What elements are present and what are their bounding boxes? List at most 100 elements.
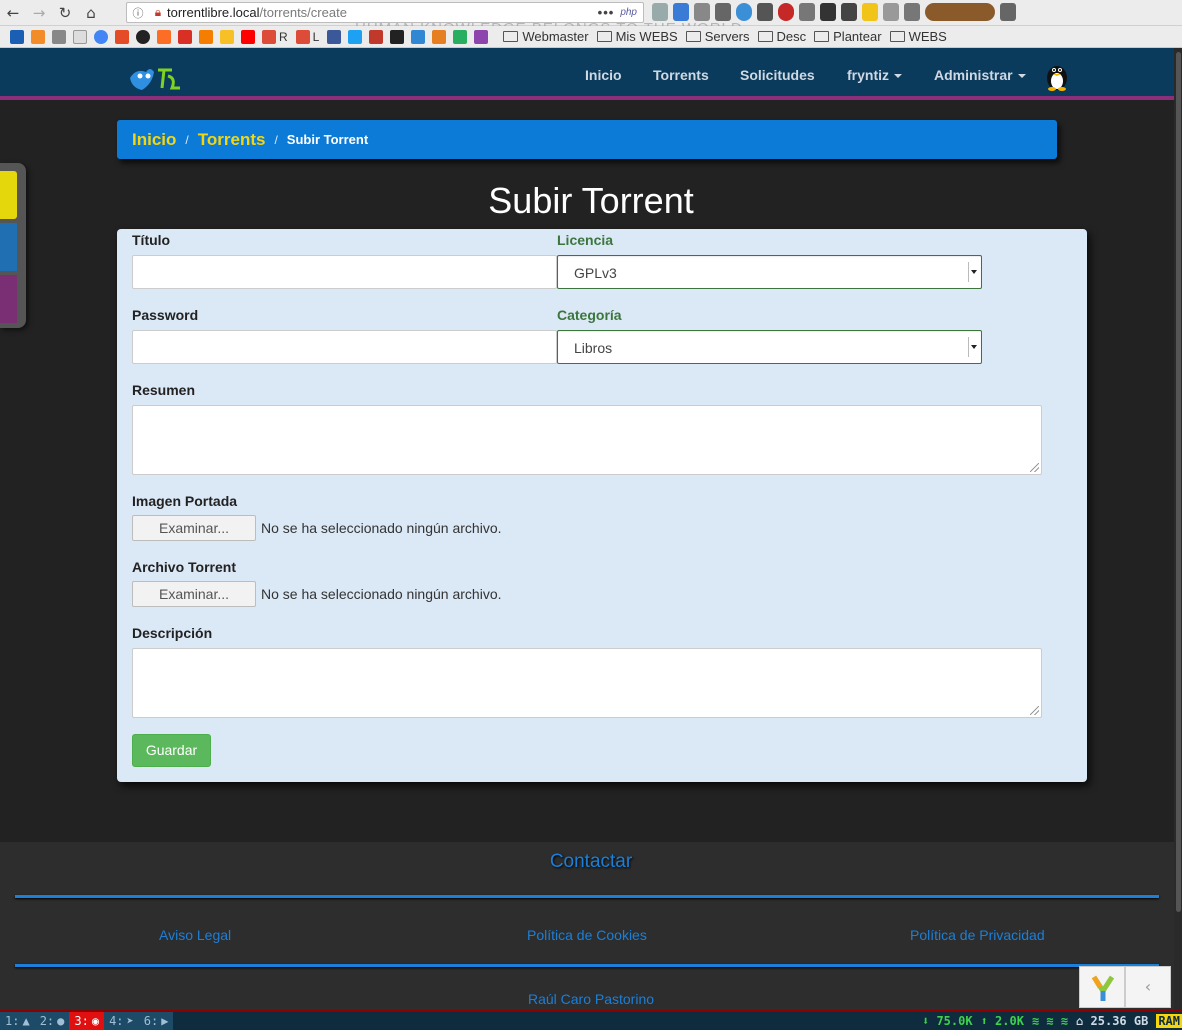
nav-admin-label: Administrar: [934, 67, 1013, 83]
imagen-file-status: No se ha seleccionado ningún archivo.: [261, 520, 502, 536]
bookmark-gplus-icon[interactable]: [262, 29, 276, 44]
archivo-browse-button[interactable]: Examinar...: [132, 581, 256, 607]
ram-indicator: RAM: [1156, 1014, 1182, 1028]
workspace-6[interactable]: 6: ▶: [138, 1012, 174, 1030]
footer-aviso-legal-link[interactable]: Aviso Legal: [159, 927, 231, 943]
bookmark-b-icon[interactable]: [115, 29, 129, 44]
bookmark-folder[interactable]: Plantear: [814, 29, 882, 44]
gnome-icon[interactable]: [820, 3, 836, 21]
footer-cookies-link[interactable]: Política de Cookies: [527, 927, 647, 943]
resumen-textarea[interactable]: [132, 405, 1042, 475]
workspace-3[interactable]: 3: ◉: [69, 1012, 105, 1030]
page-info-icon[interactable]: ⓘ: [127, 5, 149, 21]
debug-collapse-chevron-icon[interactable]: ‹: [1125, 966, 1171, 1008]
nav-user-dropdown[interactable]: fryntiz: [847, 67, 902, 83]
sidebar-icon[interactable]: [904, 3, 920, 21]
page-actions-icon[interactable]: •••: [598, 5, 621, 20]
bookmark-mastodon-icon[interactable]: [411, 29, 426, 44]
workspace-4[interactable]: 4: ➤: [104, 1012, 139, 1030]
descripcion-textarea[interactable]: [132, 648, 1042, 718]
titulo-input[interactable]: [132, 255, 557, 289]
breadcrumb-torrents[interactable]: Torrents: [198, 130, 266, 150]
bookmark-youtube-icon[interactable]: [241, 29, 255, 44]
bookmark-folder[interactable]: Desc: [757, 29, 806, 44]
extension-dots-icon[interactable]: [799, 3, 815, 21]
nav-solicitudes[interactable]: Solicitudes: [740, 67, 815, 83]
extension-wave-icon[interactable]: [841, 3, 857, 21]
breadcrumb-separator: /: [185, 132, 189, 147]
extension-blue-icon[interactable]: [736, 3, 752, 21]
reload-icon[interactable]: ↻: [52, 1, 78, 25]
tux-avatar-icon[interactable]: [1044, 61, 1070, 91]
bookmark-twitter-icon[interactable]: [348, 29, 363, 44]
bookmark-orange-icon[interactable]: [432, 29, 447, 44]
library-icon[interactable]: [694, 3, 710, 21]
folder-icon: [685, 31, 701, 42]
categoria-select[interactable]: Libros: [557, 330, 982, 364]
bookmark-dsm-icon[interactable]: [10, 29, 24, 44]
imagen-browse-button[interactable]: Examinar...: [132, 515, 256, 541]
bookmark-folder[interactable]: Webmaster: [503, 29, 589, 44]
bookmarks-bar: R L Webmaster Mis WEBS Servers Desc Plan…: [0, 26, 1182, 48]
categoria-label: Categoría: [557, 307, 622, 323]
bookmark-gmail-icon[interactable]: [178, 29, 192, 44]
extension-people-icon[interactable]: [883, 3, 899, 21]
bookmark-keep-icon[interactable]: [220, 29, 234, 44]
bookmark-folder[interactable]: WEBS: [889, 29, 947, 44]
bookmark-pocket-icon[interactable]: [369, 29, 384, 44]
select-arrow-icon: [968, 337, 978, 357]
nav-inicio[interactable]: Inicio: [585, 67, 622, 83]
workspace-2[interactable]: 2: ●: [34, 1012, 70, 1030]
picker-icon[interactable]: [715, 3, 731, 21]
footer-contact-link[interactable]: Contactar: [0, 851, 1182, 873]
menu-icon[interactable]: [1000, 3, 1016, 21]
download-icon[interactable]: [673, 3, 689, 21]
imagen-label: Imagen Portada: [132, 493, 238, 509]
bookmark-wifi-icon[interactable]: [52, 29, 66, 44]
send-icon: ➤: [126, 1014, 134, 1028]
back-icon[interactable]: ←: [0, 1, 26, 25]
bookmark-github-icon[interactable]: [136, 29, 150, 44]
site-logo[interactable]: [128, 62, 184, 94]
home-icon[interactable]: ⌂: [78, 1, 104, 25]
side-tab-blue-icon[interactable]: [0, 223, 17, 271]
breadcrumb-inicio[interactable]: Inicio: [132, 130, 176, 150]
save-button[interactable]: Guardar: [132, 734, 211, 767]
extension-gray-icon[interactable]: [757, 3, 773, 21]
folder-icon: [757, 31, 773, 42]
bookmark-gitlab-icon[interactable]: [157, 29, 171, 44]
bookmark-label[interactable]: R: [279, 30, 288, 44]
history-icon[interactable]: [652, 3, 668, 21]
bookmark-linux-icon[interactable]: [390, 29, 405, 44]
nav-torrents[interactable]: Torrents: [653, 67, 709, 83]
resize-grip-icon[interactable]: [1030, 706, 1039, 715]
nav-user-label: fryntiz: [847, 67, 889, 83]
workspace-1[interactable]: 1: ▲: [0, 1012, 35, 1030]
bookmark-purple-icon[interactable]: [474, 29, 489, 44]
extension-yellow-icon[interactable]: [862, 3, 878, 21]
adblock-icon[interactable]: [778, 3, 794, 21]
insecure-lock-icon[interactable]: 🔒︎: [149, 5, 167, 20]
bookmark-blogger-icon[interactable]: [199, 29, 213, 44]
bookmark-gplus-2-icon[interactable]: [295, 29, 310, 44]
bookmark-folder[interactable]: Servers: [685, 29, 750, 44]
nav-admin-dropdown[interactable]: Administrar: [934, 67, 1026, 83]
page-scrollbar-thumb[interactable]: [1176, 52, 1181, 912]
bookmark-folder[interactable]: Mis WEBS: [596, 29, 678, 44]
bookmark-rss-icon[interactable]: [31, 29, 45, 44]
footer-privacidad-link[interactable]: Política de Privacidad: [910, 927, 1045, 943]
side-tab-purple-icon[interactable]: [0, 275, 17, 323]
bookmark-facebook-icon[interactable]: [327, 29, 342, 44]
bookmark-page-icon[interactable]: [73, 29, 87, 44]
resize-grip-icon[interactable]: [1030, 463, 1039, 472]
bookmark-label[interactable]: L: [313, 30, 320, 44]
bookmark-google-icon[interactable]: [94, 29, 108, 44]
licencia-select[interactable]: GPLv3: [557, 255, 982, 289]
password-input[interactable]: [132, 330, 557, 364]
select-arrow-icon: [968, 262, 978, 282]
php-badge: php: [620, 7, 637, 18]
forward-icon[interactable]: →: [26, 1, 52, 25]
archivo-file-status: No se ha seleccionado ningún archivo.: [261, 586, 502, 602]
yii-debug-badge[interactable]: [1079, 966, 1125, 1008]
bookmark-green-icon[interactable]: [453, 29, 468, 44]
